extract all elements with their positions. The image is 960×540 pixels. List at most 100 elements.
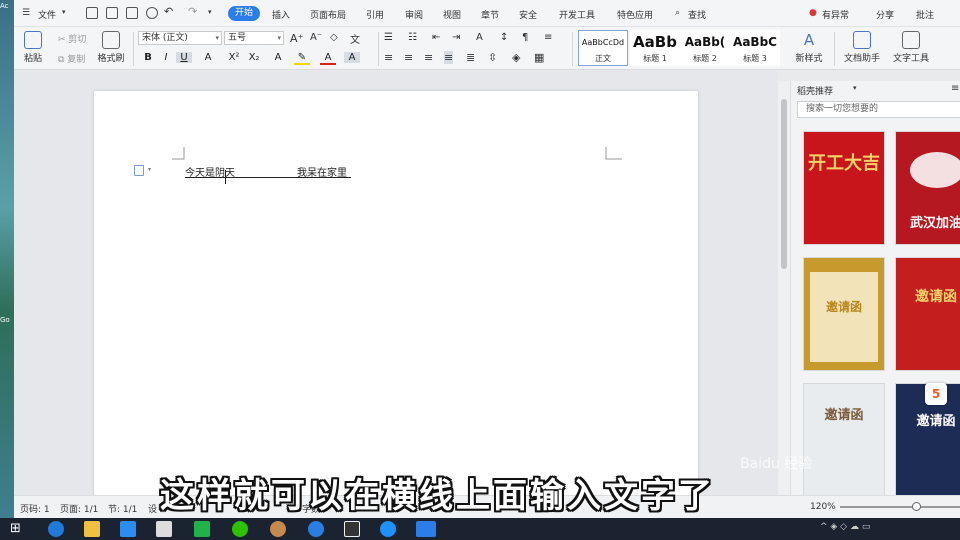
template-search-input[interactable]: 搜索一切您想要的 <box>797 101 960 118</box>
char-shading-icon[interactable]: A <box>344 52 360 63</box>
zoom-slider-handle[interactable] <box>912 502 921 511</box>
preview-icon[interactable] <box>146 7 158 19</box>
chinese-layout-icon[interactable]: A <box>476 32 483 43</box>
pane-settings-icon[interactable]: ≡ <box>951 83 959 94</box>
template-card[interactable]: 邀请函 <box>803 383 885 497</box>
shrink-font-icon[interactable]: A⁻ <box>310 32 322 43</box>
align-center-icon[interactable]: ≡ <box>404 51 413 64</box>
share-button[interactable]: 分享 <box>876 8 894 21</box>
template-card[interactable]: 邀请函 <box>895 257 960 371</box>
tab-developer[interactable]: 开发工具 <box>559 8 595 21</box>
search-button[interactable]: 查找 <box>688 8 706 21</box>
template-card[interactable]: 开工大吉 <box>803 131 885 245</box>
status-page-number[interactable]: 页码: 1 <box>20 502 50 515</box>
paragraph-spacing-icon[interactable]: ⇳ <box>488 51 497 64</box>
grow-font-icon[interactable]: A⁺ <box>290 32 303 45</box>
style-normal[interactable]: AaBbCcDd 正文 <box>578 30 628 66</box>
document-page[interactable]: ▾ 今天是阴天 我呆在家里 <box>94 91 698 495</box>
chevron-down-icon[interactable]: ▾ <box>208 8 212 16</box>
chevron-down-icon[interactable]: ▾ <box>853 84 857 92</box>
justify-icon[interactable]: ≡ <box>444 51 454 64</box>
comment-button[interactable]: 批注 <box>916 8 934 21</box>
subscript-icon[interactable]: X₂ <box>246 52 262 63</box>
font-color-icon[interactable]: A <box>320 52 336 65</box>
file-explorer-icon[interactable] <box>84 521 100 537</box>
html5-icon[interactable]: 5 <box>925 383 947 405</box>
menu-file[interactable]: 文件 <box>38 8 56 21</box>
tab-page-layout[interactable]: 页面布局 <box>310 8 346 21</box>
tab-insert[interactable]: 插入 <box>272 8 290 21</box>
status-page-count[interactable]: 页面: 1/1 <box>60 502 98 515</box>
distribute-icon[interactable]: ≣ <box>466 51 475 64</box>
strikethrough-icon[interactable]: A <box>200 52 216 63</box>
template-card[interactable]: 武汉加油 <box>895 131 960 245</box>
chevron-down-icon[interactable]: ▾ <box>62 8 66 16</box>
style-heading-1[interactable]: AaBb 标题 1 <box>630 30 680 66</box>
mail-icon[interactable] <box>156 521 172 537</box>
menu-icon[interactable]: ☰ <box>22 8 30 18</box>
decrease-indent-icon[interactable]: ⇤ <box>432 32 440 43</box>
underline-icon[interactable]: U <box>176 52 192 63</box>
zoom-slider[interactable] <box>840 506 960 508</box>
print-icon[interactable] <box>126 7 138 19</box>
new-style-button[interactable]: A 新样式 <box>790 31 828 64</box>
windows-start-icon[interactable]: ⊞ <box>10 521 21 536</box>
redo-icon[interactable]: ↷ <box>188 5 197 18</box>
tab-special[interactable]: 特色应用 <box>617 8 653 21</box>
align-left-icon[interactable]: ≡ <box>384 51 393 64</box>
store-icon[interactable] <box>120 521 136 537</box>
paste-button[interactable]: 粘贴 <box>20 31 46 64</box>
highlight-icon[interactable]: ✎ <box>294 52 310 65</box>
font-name-select[interactable]: 宋体 (正文) ▾ <box>138 31 222 45</box>
increase-indent-icon[interactable]: ⇥ <box>452 32 460 43</box>
numbered-list-icon[interactable]: ☷ <box>408 32 417 43</box>
tab-references[interactable]: 引用 <box>366 8 384 21</box>
text-effect-icon[interactable]: A <box>270 52 286 63</box>
bold-icon[interactable]: B <box>140 52 156 63</box>
phonetic-icon[interactable]: 文 <box>350 31 360 46</box>
line-spacing-icon[interactable]: ≡ <box>544 32 552 43</box>
scrollbar-thumb[interactable] <box>781 99 787 269</box>
iqiyi-icon[interactable] <box>194 521 210 537</box>
doc-helper-button[interactable]: 文档助手 <box>842 31 882 64</box>
app-icon[interactable] <box>308 521 324 537</box>
style-heading-3[interactable]: AaBbC 标题 3 <box>730 30 780 66</box>
anomaly-button[interactable]: 有异常 <box>822 8 849 21</box>
wechat-icon[interactable] <box>232 521 248 537</box>
text-tools-button[interactable]: 文字工具 <box>888 31 934 64</box>
avatar[interactable] <box>270 521 286 537</box>
system-tray-icon[interactable]: ^ ◈ ◇ ☁ ▭ <box>820 522 870 532</box>
tab-review[interactable]: 审阅 <box>405 8 423 21</box>
document-text[interactable]: 我呆在家里 <box>297 164 347 179</box>
superscript-icon[interactable]: X² <box>226 52 242 63</box>
status-settings[interactable]: 设 <box>148 502 157 515</box>
tab-view[interactable]: 视图 <box>443 8 461 21</box>
style-heading-2[interactable]: AaBb( 标题 2 <box>680 30 730 66</box>
chevron-down-icon[interactable]: ▾ <box>148 166 151 173</box>
save-icon[interactable] <box>86 7 98 19</box>
bullet-list-icon[interactable]: ☰ <box>384 32 393 43</box>
tab-home[interactable]: 开始 <box>228 6 260 21</box>
video-editor-icon[interactable] <box>344 521 360 537</box>
align-right-icon[interactable]: ≡ <box>424 51 433 64</box>
borders-icon[interactable]: ▦ <box>534 51 544 64</box>
wps-writer-icon[interactable] <box>416 521 436 537</box>
tab-chapter[interactable]: 章节 <box>481 8 499 21</box>
italic-icon[interactable]: I <box>158 52 174 63</box>
format-painter-button[interactable]: 格式刷 <box>94 31 128 64</box>
edge-browser-icon[interactable] <box>48 521 64 537</box>
tab-security[interactable]: 安全 <box>519 8 537 21</box>
font-size-select[interactable]: 五号 ▾ <box>224 31 284 45</box>
search-icon[interactable]: ⌕ <box>675 8 680 18</box>
vertical-scrollbar[interactable] <box>778 81 790 495</box>
copy-button[interactable]: ⧉ 复制 <box>58 52 85 65</box>
sort-icon[interactable]: ↕ <box>500 32 508 43</box>
clear-format-icon[interactable]: ◇ <box>330 32 338 43</box>
shading-icon[interactable]: ◈ <box>512 51 520 64</box>
paragraph-layout-icon[interactable] <box>134 165 144 176</box>
zoom-level[interactable]: 120% <box>810 502 836 512</box>
export-icon[interactable] <box>106 7 118 19</box>
cut-button[interactable]: ✂ 剪切 <box>58 32 86 45</box>
undo-icon[interactable]: ↶ <box>164 5 173 18</box>
template-card[interactable]: 邀请函 <box>803 257 885 371</box>
